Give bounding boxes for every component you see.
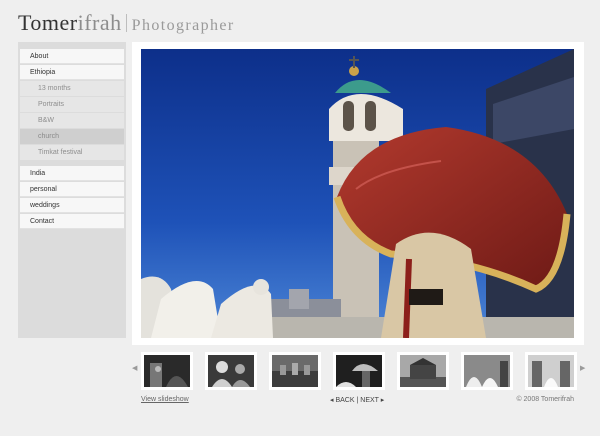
sidebar-item-ethiopia[interactable]: Ethiopia xyxy=(20,65,124,80)
thumbnail-6[interactable] xyxy=(461,352,513,390)
thumbnail-6-image xyxy=(464,355,510,387)
sidebar-nav: About Ethiopia 13 months Portraits B&W c… xyxy=(18,42,126,338)
sidebar-item-personal[interactable]: personal xyxy=(20,182,124,197)
sidebar-item-13-months[interactable]: 13 months xyxy=(20,81,124,96)
back-button[interactable]: BACK xyxy=(335,397,354,404)
sidebar-item-contact[interactable]: Contact xyxy=(20,214,124,229)
thumbnail-1-image xyxy=(144,355,190,387)
thumbnail-4[interactable] xyxy=(333,352,385,390)
logo-tagline: Photographer xyxy=(131,17,235,34)
thumbnail-2-image xyxy=(208,355,254,387)
thumbnail-2[interactable] xyxy=(205,352,257,390)
thumbnail-5[interactable] xyxy=(397,352,449,390)
copyright-text: © 2008 Tomerifrah xyxy=(516,396,574,403)
thumbnail-1[interactable] xyxy=(141,352,193,390)
thumbnail-3-image xyxy=(272,355,318,387)
pager: ◂ BACK | NEXT ▸ xyxy=(330,396,384,404)
site-logo[interactable]: Tomerifrah Photographer xyxy=(18,10,235,40)
main-photo-frame xyxy=(132,42,584,345)
thumbnail-7[interactable] xyxy=(525,352,577,390)
chevron-right-icon[interactable]: ▶ xyxy=(580,364,585,372)
logo-last-name: ifrah xyxy=(77,10,122,35)
nav-menu: About Ethiopia 13 months Portraits B&W c… xyxy=(18,42,126,229)
sidebar-item-portraits[interactable]: Portraits xyxy=(20,97,124,112)
church-umbrella-photo xyxy=(141,49,574,338)
pager-separator: | xyxy=(356,397,359,404)
chevron-left-icon[interactable]: ◀ xyxy=(132,364,137,372)
sidebar-item-bw[interactable]: B&W xyxy=(20,113,124,128)
main-photo[interactable] xyxy=(141,49,574,338)
back-arrow-icon[interactable]: ◂ xyxy=(330,397,334,404)
sidebar-item-timkat-festival[interactable]: Timkat festival xyxy=(20,145,124,160)
view-slideshow-link[interactable]: View slideshow xyxy=(141,396,189,403)
next-arrow-icon[interactable]: ▸ xyxy=(381,397,385,404)
thumbnail-3[interactable] xyxy=(269,352,321,390)
thumbnail-7-image xyxy=(528,355,574,387)
thumbnail-5-image xyxy=(400,355,446,387)
sidebar-item-weddings[interactable]: weddings xyxy=(20,198,124,213)
logo-divider xyxy=(125,14,127,32)
next-button[interactable]: NEXT xyxy=(360,397,379,404)
thumbnail-4-image xyxy=(336,355,382,387)
logo-first-name: Tomer xyxy=(18,10,78,35)
sidebar-item-india[interactable]: India xyxy=(20,166,124,181)
sidebar-item-about[interactable]: About xyxy=(20,49,124,64)
sidebar-item-church[interactable]: church xyxy=(20,129,124,144)
thumbnail-strip: ◀ ▶ xyxy=(132,352,585,392)
